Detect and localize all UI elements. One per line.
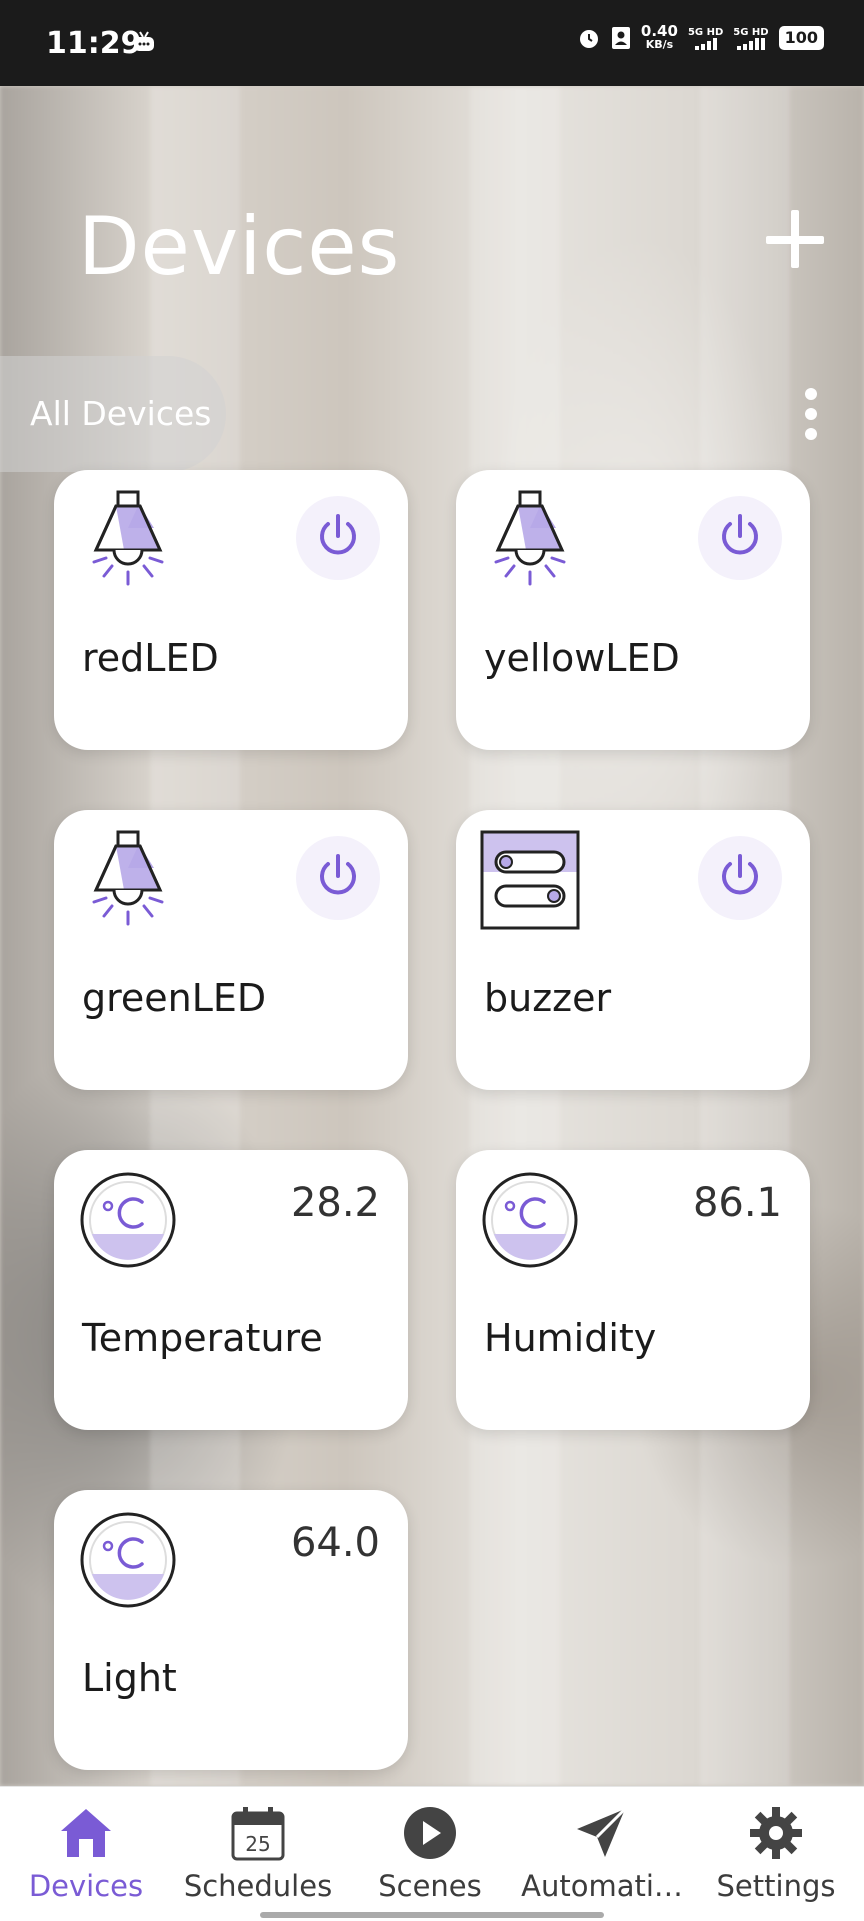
more-options-button[interactable] [796,388,826,440]
network-speed: 0.40 KB/s [640,22,678,52]
home-indicator[interactable] [260,1912,604,1918]
contact-card-icon [611,27,630,49]
sensor-value: 28.2 [290,1180,380,1226]
device-card-greenled[interactable]: greenLED [54,810,408,1090]
nav-schedules[interactable]: 25 Schedules [172,1805,344,1903]
page-title: Devices [78,200,401,293]
device-card-buzzer[interactable]: buzzer [456,810,810,1090]
nav-settings[interactable]: Settings [688,1805,864,1903]
device-label: Humidity [484,1316,657,1360]
nav-label: Schedules [183,1869,333,1903]
device-label: Light [82,1656,177,1700]
play-icon [404,1807,456,1859]
svg-text:25: 25 [245,1832,270,1856]
switch-icon [478,828,582,932]
bottom-nav: Devices 25 Schedules Scenes Automati… Se… [0,1786,864,1921]
nav-label: Automati… [521,1869,683,1903]
filter-label: All Devices [30,394,212,433]
device-label: buzzer [484,976,612,1020]
device-label: Temperature [82,1316,323,1360]
device-label: greenLED [82,976,267,1020]
lamp-icon [478,488,582,592]
signal-bars-icon [736,37,765,50]
add-device-button[interactable] [764,208,828,272]
power-button[interactable] [698,496,782,580]
power-icon [314,512,362,560]
power-button[interactable] [296,836,380,920]
signal-bars-icon [694,37,717,50]
nav-scenes[interactable]: Scenes [344,1805,516,1903]
celsius-sensor-icon [76,1508,180,1612]
celsius-sensor-icon [76,1168,180,1272]
lamp-icon [76,828,180,932]
nav-label: Settings [716,1869,836,1903]
nav-label: Devices [28,1869,144,1903]
power-icon [716,512,764,560]
signal-sim2: 5G HD [733,27,769,50]
home-icon [61,1809,111,1857]
app-notification-icon [134,31,154,51]
more-vertical-icon [805,388,817,400]
device-label: yellowLED [484,636,680,680]
nav-devices[interactable]: Devices [0,1805,172,1903]
device-card-light[interactable]: 64.0 Light [54,1490,408,1770]
power-icon [716,852,764,900]
device-card-yellowled[interactable]: yellowLED [456,470,810,750]
calendar-icon: 25 [231,1807,285,1861]
device-card-redled[interactable]: redLED [54,470,408,750]
nav-label: Scenes [378,1869,482,1903]
lamp-icon [76,488,180,592]
status-bar: 11:29 0.40 KB/s 5G HD 5G HD 100 [0,0,864,86]
power-button[interactable] [296,496,380,580]
power-icon [314,852,362,900]
status-time: 11:29 [46,26,142,61]
sensor-value: 64.0 [290,1520,380,1566]
nav-automations[interactable]: Automati… [516,1805,688,1903]
signal-sim1: 5G HD [688,27,723,50]
alarm-icon [579,30,598,48]
power-button[interactable] [698,836,782,920]
celsius-sensor-icon [478,1168,582,1272]
battery-icon: 100 [778,26,824,50]
device-card-humidity[interactable]: 86.1 Humidity [456,1150,810,1430]
device-filter-chip[interactable]: All Devices [0,356,226,472]
send-icon [577,1807,627,1857]
gear-icon [750,1807,802,1859]
device-card-temperature[interactable]: 28.2 Temperature [54,1150,408,1430]
sensor-value: 86.1 [692,1180,782,1226]
device-label: redLED [82,636,219,680]
